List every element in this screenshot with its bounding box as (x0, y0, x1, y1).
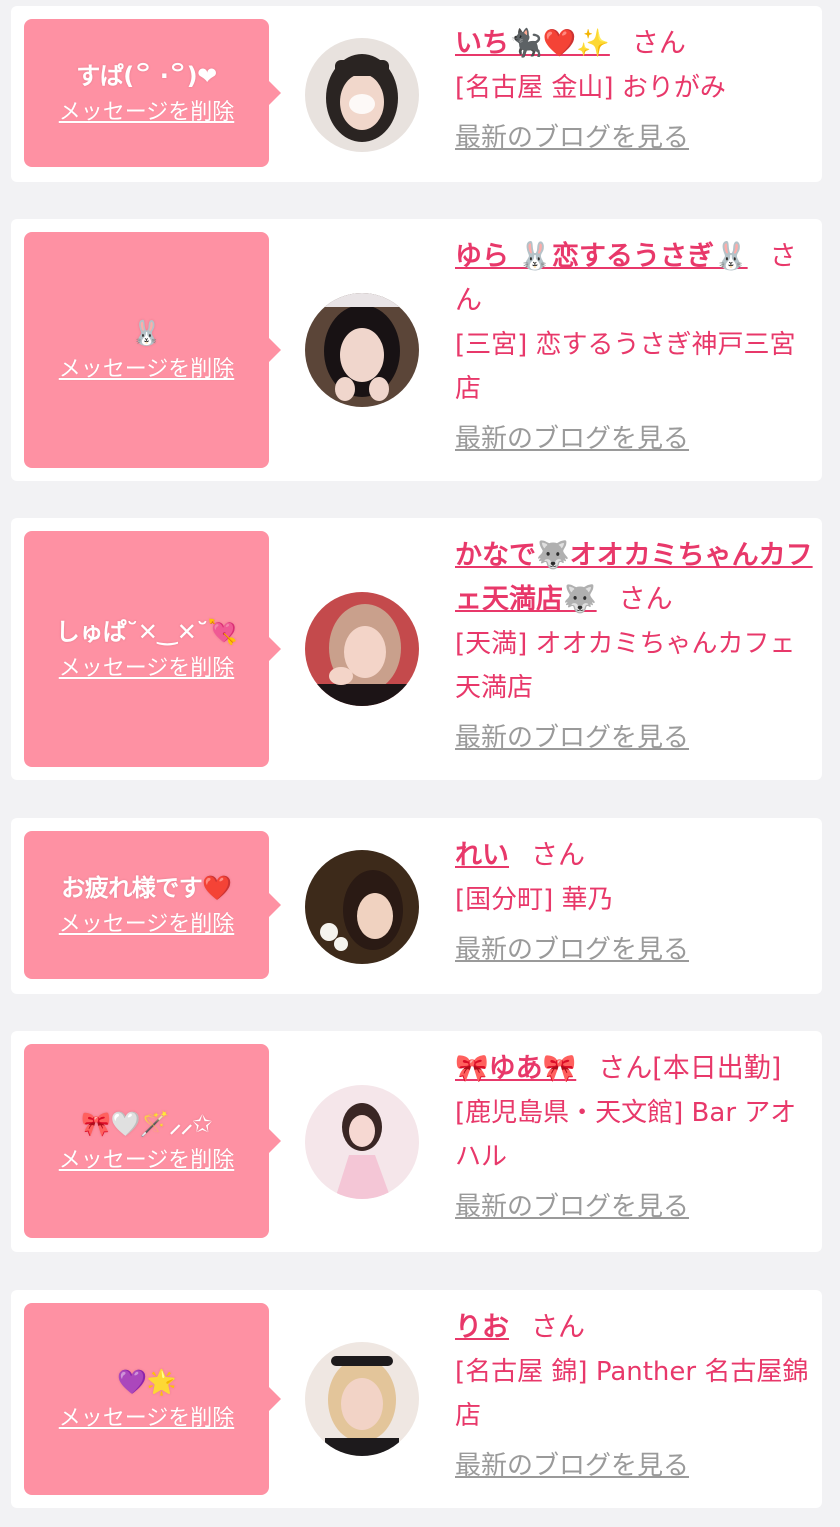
latest-blog-link[interactable]: 最新のブログを見る (455, 1190, 689, 1224)
shop-name: [国分町] 華乃 (455, 885, 614, 915)
avatar[interactable] (305, 592, 419, 706)
message-text: 🎀🤍🪄⸝⸝✩ (81, 1110, 212, 1138)
honorific: さん (631, 28, 686, 59)
avatar-face (344, 626, 386, 678)
avatar-hand (329, 667, 353, 685)
shop-name: [名古屋 錦] Panther 名古屋錦店 (455, 1357, 809, 1431)
attendance-badge: [本日出勤] (652, 1053, 782, 1084)
girl-name-link[interactable]: 🎀ゆあ🎀 (455, 1053, 576, 1084)
delete-message-link[interactable]: メッセージを削除 (59, 99, 235, 127)
message-text: お疲れ様です❤️ (61, 874, 232, 902)
delete-message-link[interactable]: メッセージを削除 (59, 356, 235, 384)
latest-blog-link[interactable]: 最新のブログを見る (455, 1449, 689, 1483)
shop-name: [三宮] 恋するうさぎ神戸三宮店 (455, 330, 796, 404)
honorific: さん (598, 1053, 653, 1084)
delete-message-link[interactable]: メッセージを削除 (59, 1147, 235, 1175)
honorific: さん (531, 840, 585, 871)
shop-name: [鹿児島県・天文館] Bar アオハル (455, 1098, 797, 1172)
shop-name: [名古屋 金山] おりがみ (455, 73, 726, 103)
girl-name-link[interactable]: りお (455, 1312, 509, 1343)
favorite-info: れい さん [国分町] 華乃 最新のブログを見る (455, 834, 815, 967)
avatar[interactable] (305, 293, 419, 407)
delete-message-link[interactable]: メッセージを削除 (59, 911, 235, 939)
girl-name-link[interactable]: れい (455, 840, 509, 871)
delete-message-link[interactable]: メッセージを削除 (59, 1405, 235, 1433)
message-text: 💜🌟 (117, 1368, 176, 1396)
message-bubble: 💜🌟 メッセージを削除 (24, 1303, 281, 1495)
message-text: 🐰 (131, 319, 162, 347)
avatar-clothes (325, 1438, 399, 1456)
shop-name: [天満] オオカミちゃんカフェ天満店 (455, 629, 796, 703)
avatar-flower (320, 923, 338, 941)
avatar-clothes (305, 684, 419, 706)
message-text: しゅぱ˘✕‿✕˘💘 (55, 618, 238, 646)
avatar-flower (334, 937, 348, 951)
avatar-face (349, 1115, 375, 1147)
favorite-card: お疲れ様です❤️ メッセージを削除 れい さん [国分町] 華乃 最新のブログを見… (11, 818, 822, 994)
message-text: すぱ(꒪ ·꒪)❤ (76, 62, 217, 90)
latest-blog-link[interactable]: 最新のブログを見る (455, 121, 689, 155)
avatar[interactable] (305, 850, 419, 964)
honorific: さん (531, 1312, 585, 1343)
favorite-info: 🎀ゆあ🎀 さん[本日出勤] [鹿児島県・天文館] Bar アオハル 最新のブログを… (455, 1047, 815, 1224)
message-bubble: 🎀🤍🪄⸝⸝✩ メッセージを削除 (24, 1044, 281, 1238)
favorite-card: 💜🌟 メッセージを削除 りお さん [名古屋 錦] Panther 名古屋錦店 最… (11, 1290, 822, 1508)
girl-name-link[interactable]: いち🐈‍⬛❤️✨ (455, 28, 610, 59)
avatar-face (357, 893, 393, 939)
avatar-hand (335, 377, 355, 401)
latest-blog-link[interactable]: 最新のブログを見る (455, 422, 689, 456)
message-bubble: 🐰 メッセージを削除 (24, 232, 281, 468)
avatar-face (341, 1378, 383, 1430)
favorite-card: しゅぱ˘✕‿✕˘💘 メッセージを削除 かなで🐺オオカミちゃんカフェ天満店🐺 さん … (11, 518, 822, 780)
favorite-list: すぱ(꒪ ·꒪)❤ メッセージを削除 いち🐈‍⬛❤️✨ さん [名古屋 金山] お… (0, 0, 840, 1527)
avatar-bangs (335, 60, 389, 76)
avatar-face (340, 328, 384, 382)
favorite-info: りお さん [名古屋 錦] Panther 名古屋錦店 最新のブログを見る (455, 1306, 815, 1483)
avatar-backdrop (323, 293, 401, 307)
latest-blog-link[interactable]: 最新のブログを見る (455, 721, 689, 755)
favorite-card: すぱ(꒪ ·꒪)❤ メッセージを削除 いち🐈‍⬛❤️✨ さん [名古屋 金山] お… (11, 6, 822, 182)
honorific: さん (618, 584, 673, 615)
favorite-card: 🐰 メッセージを削除 ゆら 🐰恋するうさぎ🐰 さん [三宮] 恋するうさぎ神戸三宮… (11, 219, 822, 481)
favorite-info: ゆら 🐰恋するうさぎ🐰 さん [三宮] 恋するうさぎ神戸三宮店 最新のブログを見る (455, 235, 815, 456)
girl-name-link[interactable]: ゆら 🐰恋するうさぎ🐰 (455, 241, 748, 272)
avatar-hand (369, 377, 389, 401)
avatar[interactable] (305, 38, 419, 152)
avatar[interactable] (305, 1342, 419, 1456)
favorite-info: いち🐈‍⬛❤️✨ さん [名古屋 金山] おりがみ 最新のブログを見る (455, 22, 815, 155)
avatar[interactable] (305, 1085, 419, 1199)
latest-blog-link[interactable]: 最新のブログを見る (455, 933, 689, 967)
avatar-blur (349, 94, 375, 114)
message-bubble: お疲れ様です❤️ メッセージを削除 (24, 831, 281, 979)
message-bubble: しゅぱ˘✕‿✕˘💘 メッセージを削除 (24, 531, 281, 767)
favorite-card: 🎀🤍🪄⸝⸝✩ メッセージを削除 🎀ゆあ🎀 さん[本日出勤] [鹿児島県・天文館] … (11, 1031, 822, 1252)
avatar-headband (331, 1356, 393, 1366)
favorite-info: かなで🐺オオカミちゃんカフェ天満店🐺 さん [天満] オオカミちゃんカフェ天満店 … (455, 534, 815, 755)
message-bubble: すぱ(꒪ ·꒪)❤ メッセージを削除 (24, 19, 281, 167)
delete-message-link[interactable]: メッセージを削除 (59, 655, 235, 683)
